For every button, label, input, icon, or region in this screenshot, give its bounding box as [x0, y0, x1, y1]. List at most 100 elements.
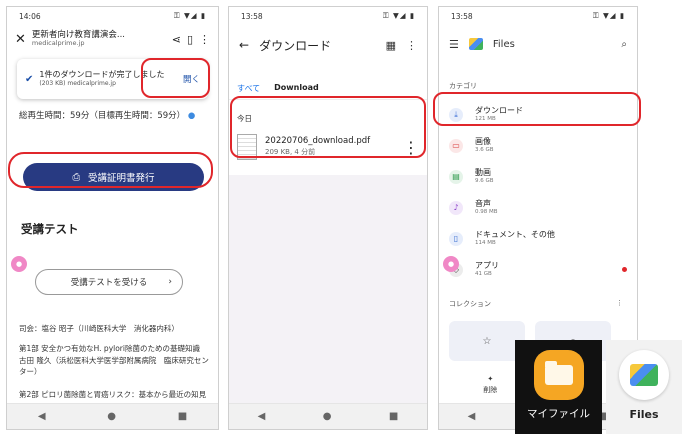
status-icons: ⚿ ▼◢ ▮ [592, 11, 625, 20]
status-time: 14:06 [19, 11, 41, 21]
take-test-button[interactable]: 受講テストを受ける › [35, 269, 183, 295]
category-item[interactable]: ◇アプリ41 GB [439, 254, 637, 285]
files-header: ☰ Files ⌕ [439, 31, 637, 57]
home-icon[interactable]: ● [323, 411, 332, 422]
back-icon[interactable]: ◀ [38, 411, 46, 422]
downloads-title: ダウンロード [259, 38, 332, 53]
category-icon: ▤ [449, 169, 463, 184]
collection-more-icon[interactable]: ⋮ [616, 299, 623, 309]
delete-action[interactable]: ✦ 削除 [483, 375, 497, 395]
category-name: 画像 [475, 137, 491, 147]
status-icons: ⚿ ▼◢ ▮ [382, 11, 415, 20]
pdf-icon: ⎙ [72, 171, 81, 183]
banner-subtitle: (203 KB) medicalprime.jp [39, 80, 116, 88]
collection-label: コレクション [449, 300, 491, 308]
page-title-block: 更新者向け教育講演会... medicalprime.jp [31, 30, 166, 48]
category-item[interactable]: ⤓ ダウンロード 121 MB [439, 99, 637, 130]
status-time: 13:58 [241, 11, 263, 21]
section-today: 今日 [237, 114, 252, 123]
more-icon[interactable]: ⋮ [199, 33, 210, 46]
back-icon[interactable]: ◀ [258, 411, 266, 422]
category-item[interactable]: ♪ 音声 0.98 MB [439, 192, 637, 223]
download-complete-banner: ✔ 1件のダウンロードが完了しました (203 KB) medicalprime… [17, 59, 208, 99]
category-list: ⤓ ダウンロード 121 MB ▭ 画像 3.6 GB ▤ 動画 9.6 GB ♪ 音声 0.98 M… [439, 99, 637, 285]
certificate-button-label: 受講証明書発行 [88, 173, 155, 184]
recents-icon[interactable]: ■ [389, 411, 398, 422]
pdf-thumbnail-icon [237, 134, 257, 160]
category-size: 0.98 MB [475, 209, 498, 216]
category-name: アプリ [475, 261, 499, 271]
status-bar: 14:06 ⚿ ▼◢ ▮ [7, 7, 218, 25]
file-more-icon[interactable]: ⋮ [403, 138, 419, 157]
downloads-header: ← ダウンロード ▦ ⋮ [229, 31, 427, 59]
category-size: 41 GB [475, 271, 492, 278]
filter-tabs: すべて Download [237, 83, 319, 94]
recents-icon[interactable]: ■ [178, 411, 187, 422]
status-time: 13:58 [451, 11, 473, 21]
category-item[interactable]: ▤ 動画 9.6 GB [439, 161, 637, 192]
category-size: 121 MB [475, 116, 496, 123]
category-icon: ▯ [449, 231, 463, 246]
more-icon[interactable]: ⋮ [406, 39, 417, 52]
home-icon[interactable]: ● [107, 411, 116, 422]
collection-header: コレクション ⋮ [449, 299, 623, 309]
check-dot-icon: ● [187, 111, 196, 121]
category-size: 9.6 GB [475, 178, 494, 185]
play-time-label: 総再生時間：59分（目標再生時間：59分） [19, 111, 186, 121]
category-name: ドキュメント、その他 [475, 230, 555, 240]
category-name: 動画 [475, 168, 491, 178]
file-row[interactable]: 20220706_download.pdf 209 KB, 4 分前 ⋮ [237, 131, 419, 163]
tab-download[interactable]: Download [274, 83, 319, 94]
certificate-button[interactable]: ⎙ 受講証明書発行 [23, 163, 204, 191]
category-item[interactable]: ▭ 画像 3.6 GB [439, 130, 637, 161]
my-files-app[interactable]: マイファイル [515, 340, 602, 434]
bookmark-icon[interactable]: ▯ [187, 33, 193, 46]
back-icon[interactable]: ◀ [468, 411, 476, 422]
file-meta: 209 KB, 4 分前 [265, 148, 316, 157]
phone-browser-screen: 14:06 ⚿ ▼◢ ▮ ✕ 更新者向け教育講演会... medicalprim… [6, 6, 219, 430]
my-files-label: マイファイル [527, 408, 590, 420]
touch-indicator-icon: ● [443, 256, 459, 272]
my-files-folder-icon [533, 350, 584, 400]
part1-text: 第1部 安全かつ有効なH. pylori除菌のための基礎知識 古田 隆久（浜松医… [19, 344, 209, 377]
phone-downloads-screen: 13:58 ⚿ ▼◢ ▮ ← ダウンロード ▦ ⋮ すべて Download 今… [228, 6, 428, 430]
files-app-label: Files [629, 408, 659, 421]
category-item[interactable]: ▯ ドキュメント、その他 114 MB [439, 223, 637, 254]
share-icon[interactable]: ⋖ [172, 33, 181, 46]
play-time-text: 総再生時間：59分（目標再生時間：59分） ● [19, 109, 195, 121]
delete-label: 削除 [483, 386, 498, 394]
category-icon: ♪ [449, 200, 463, 215]
category-icon: ▭ [449, 138, 463, 153]
grid-view-icon[interactable]: ▦ [386, 39, 396, 52]
category-size: 114 MB [475, 240, 496, 247]
category-heading: カテゴリ [449, 82, 477, 90]
category-size: 3.6 GB [475, 147, 494, 154]
close-icon[interactable]: ✕ [15, 32, 26, 47]
section-title: 受講テスト [21, 222, 79, 236]
star-icon: ☆ [482, 335, 492, 347]
menu-icon[interactable]: ☰ [449, 38, 459, 51]
tab-all[interactable]: すべて [237, 83, 260, 94]
browser-toolbar: ✕ 更新者向け教育講演会... medicalprime.jp ⋖ ▯ ⋮ [7, 27, 218, 51]
category-name: 音声 [475, 199, 491, 209]
search-icon[interactable]: ⌕ [621, 39, 627, 50]
file-name: 20220706_download.pdf [265, 136, 371, 147]
sparkle-icon: ✦ [487, 375, 494, 383]
touch-indicator-icon: ● [11, 256, 27, 272]
banner-open-button[interactable]: 開く [183, 73, 200, 85]
status-bar: 13:58 ⚿ ▼◢ ▮ [439, 7, 637, 25]
take-test-label: 受講テストを受ける [70, 278, 148, 288]
favorites-card[interactable]: ☆ [449, 321, 525, 361]
files-logo-icon [468, 38, 483, 50]
files-title: Files [492, 38, 515, 50]
status-icons: ⚿ ▼◢ ▮ [173, 11, 206, 20]
banner-title: 1件のダウンロードが完了しました [39, 70, 165, 80]
category-name: ダウンロード [475, 106, 523, 116]
category-icon: ⤓ [449, 107, 463, 122]
status-bar: 13:58 ⚿ ▼◢ ▮ [229, 7, 427, 25]
files-app[interactable]: Files [606, 340, 682, 434]
page-domain: medicalprime.jp [31, 39, 85, 48]
back-arrow-icon[interactable]: ← [239, 38, 249, 52]
chevron-right-icon: › [168, 277, 172, 287]
empty-area [229, 175, 427, 403]
